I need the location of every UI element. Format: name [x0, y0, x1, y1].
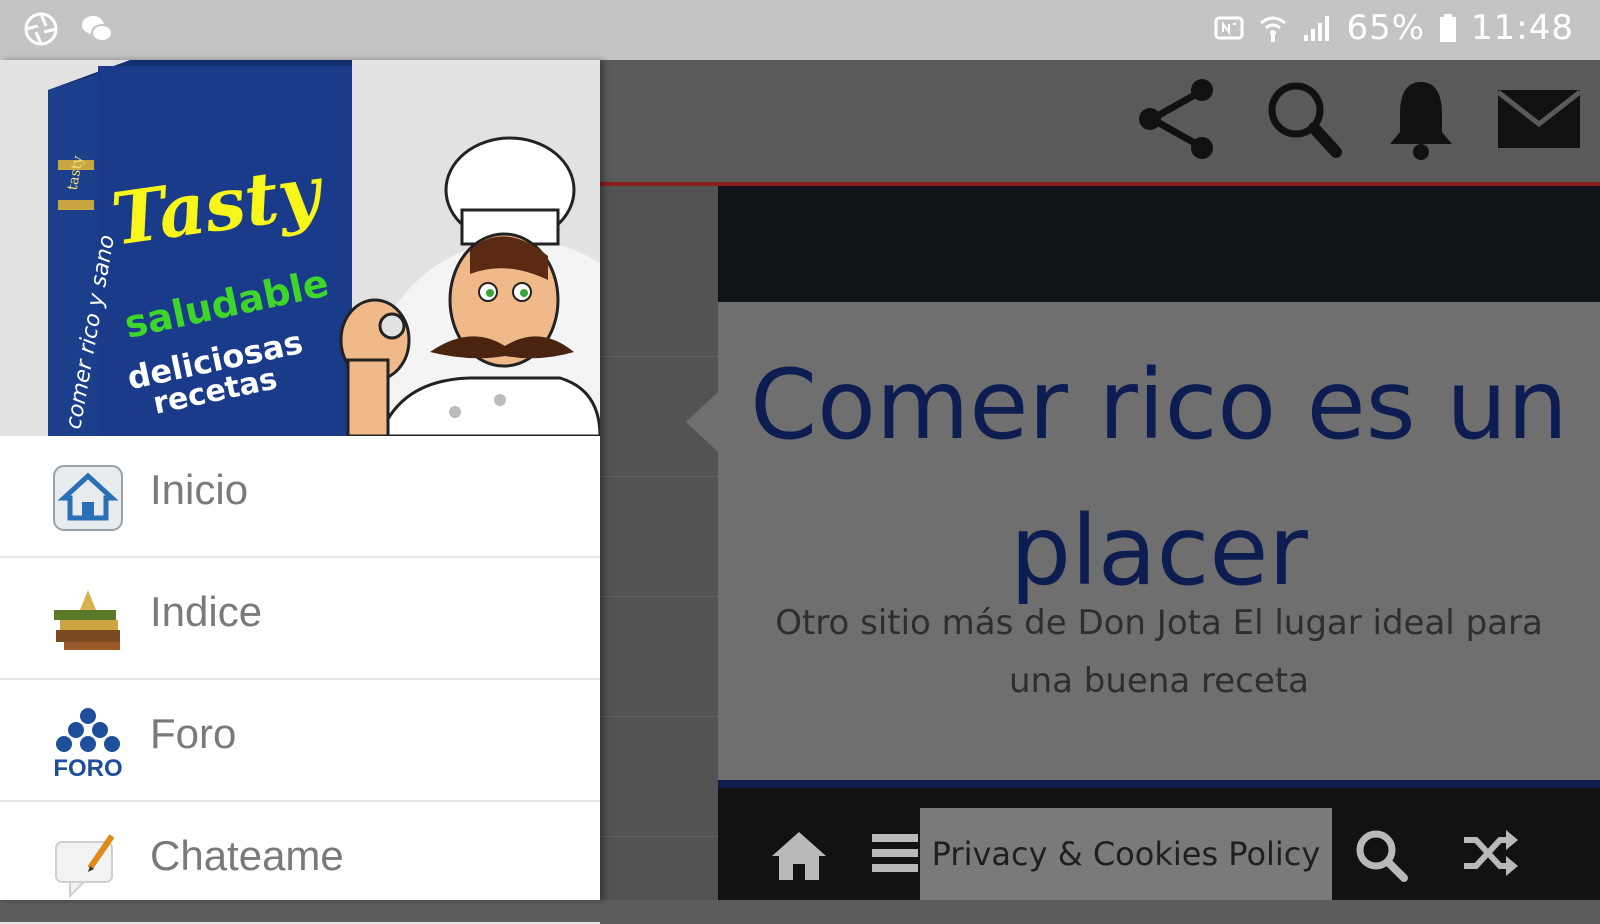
- footer-divider: [718, 780, 1600, 788]
- search-icon[interactable]: [1260, 76, 1346, 162]
- menu-label-inicio: Inicio: [150, 466, 249, 513]
- navigation-drawer: tasty comer rico y sano Tasty saludable …: [0, 60, 600, 924]
- menu-item-inicio[interactable]: Inicio: [0, 436, 600, 558]
- clock: 11:48: [1471, 8, 1574, 48]
- header-band: [718, 186, 1600, 302]
- battery-percent: 65%: [1346, 8, 1426, 48]
- share-icon[interactable]: [1134, 76, 1220, 162]
- nfc-icon: [1214, 16, 1244, 40]
- aperture-icon: [24, 12, 58, 46]
- home-icon[interactable]: [768, 828, 830, 882]
- forum-icon-text: FORO: [53, 755, 122, 778]
- hero-title: Comer rico es un placer: [750, 349, 1568, 607]
- hero-section: Comer rico es un placer Otro sitio más d…: [718, 302, 1600, 780]
- menu-item-indice[interactable]: Indice: [0, 558, 600, 680]
- menu-item-chateame[interactable]: Chateame: [0, 802, 600, 924]
- privacy-cookies-button[interactable]: Privacy & Cookies Policy: [920, 808, 1332, 900]
- menu-item-foro[interactable]: FORO Foro: [0, 680, 600, 802]
- bell-icon[interactable]: [1386, 76, 1456, 162]
- wifi-icon: [1260, 16, 1287, 42]
- shuffle-icon[interactable]: [1462, 828, 1518, 878]
- tasty-recipe-book-logo: tasty comer rico y sano Tasty saludable …: [0, 60, 600, 436]
- search-icon[interactable]: [1354, 828, 1408, 882]
- status-bar: 65% 11:48: [0, 0, 1600, 60]
- chat-bubbles-icon: [82, 16, 113, 42]
- battery-icon: [1440, 14, 1457, 42]
- menu-icon[interactable]: [870, 828, 920, 878]
- menu-label-indice: Indice: [150, 588, 263, 635]
- side-strip: [600, 186, 718, 900]
- menu-label-foro: Foro: [150, 710, 237, 757]
- site-header: [600, 60, 1600, 186]
- menu-label-chateame: Chateame: [150, 832, 344, 879]
- chat-icon: [55, 834, 115, 899]
- hero-subtitle: Otro sitio más de Don Jota El lugar idea…: [775, 603, 1543, 701]
- hero-notch: [686, 390, 720, 454]
- forum-icon: FORO: [53, 708, 123, 778]
- signal-icon: [1304, 16, 1330, 41]
- home-icon: [53, 465, 123, 531]
- mail-icon[interactable]: [1496, 84, 1582, 154]
- website-content: Comer rico es un placer Otro sitio más d…: [600, 60, 1600, 900]
- drawer-banner: tasty comer rico y sano Tasty saludable …: [0, 60, 600, 436]
- drawer-menu: Inicio Indice FORO Foro Chateame: [0, 436, 600, 924]
- books-icon: [54, 590, 120, 650]
